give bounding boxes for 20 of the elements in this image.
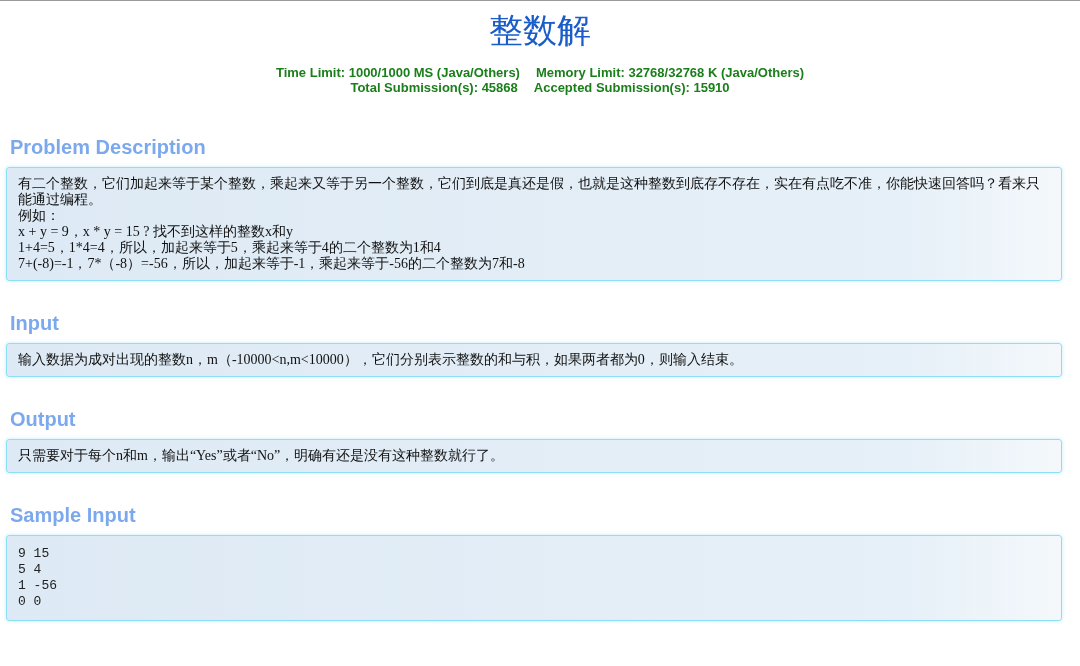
description-line: 输入数据为成对出现的整数n，m（-10000<n,m<10000），它们分别表示整数的和与积，如果两者都为0，则输入结束。	[18, 352, 744, 368]
limit-text: Time Limit: 1000/1000 MS (Java/Others)	[275, 65, 520, 80]
section-heading: Input	[9, 311, 60, 335]
description-line: 只需要对于每个n和m，输出“Yes”或者“No”，明确有还是没有这种整数就行了。	[18, 448, 506, 464]
section-heading: Output	[9, 407, 77, 431]
limit-text: Total Submission(s): 45868	[350, 80, 518, 95]
description-line: 有二个整数，它们加起来等于某个整数，乘起来又等于另一个整数，它们到底是真还是假，也就是这种整数到底存不存在，实在有点吃不准，你能快速回答吗？看来只能通过编程。	[18, 176, 1041, 208]
code-line: 0 0	[18, 594, 43, 610]
limit-text: Memory Limit: 32768/32768 K (Java/Others)	[535, 65, 805, 80]
code-line: 5 4	[18, 562, 43, 578]
code-line: 1 -56	[18, 578, 58, 594]
description-line: 例如：	[18, 208, 61, 224]
description-line: x + y = 9，x * y = 15 ? 找不到这样的整数x和y	[18, 224, 294, 240]
section-heading: Sample Input	[9, 503, 137, 527]
section-heading: Problem Description	[9, 135, 207, 159]
limit-text: Accepted Submission(s): 15910	[533, 80, 730, 95]
description-line: 1+4=5，1*4=4，所以，加起来等于5，乘起来等于4的二个整数为1和4	[18, 240, 442, 256]
code-line: 9 15	[18, 546, 51, 562]
description-line: 7+(-8)=-1，7*（-8）=-56，所以，加起来等于-1，乘起来等于-56的二个整数为7和-8	[18, 256, 526, 272]
problem-title: 整数解	[488, 11, 592, 51]
